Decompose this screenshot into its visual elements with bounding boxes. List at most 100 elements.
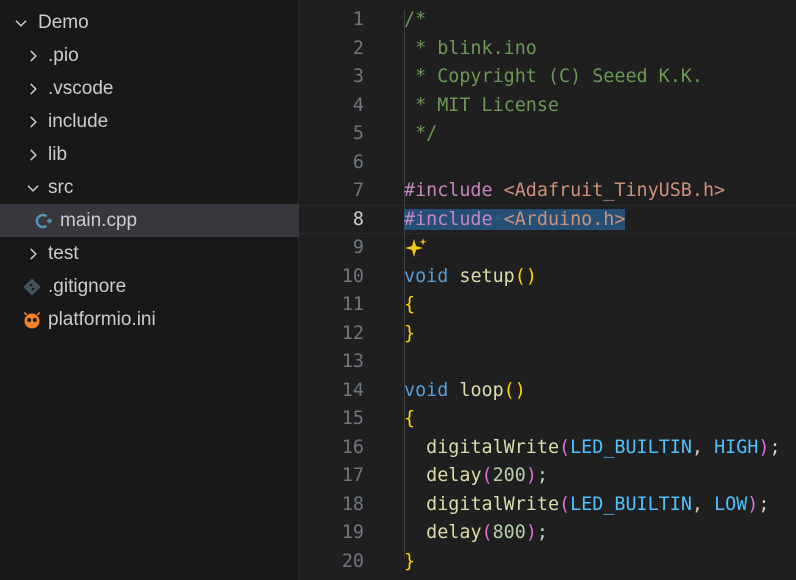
code-line: 4 * MIT License [300,92,796,121]
code-token: void [404,379,449,401]
code-token: #include [404,180,493,201]
code-token: } [404,322,416,344]
code-text: * MIT License [404,92,559,121]
code-line: 15 { [300,405,796,434]
code-token: */ [404,123,438,144]
git-file-icon [22,277,42,297]
code-line: 6 [300,149,796,178]
code-token: ) [525,522,537,543]
code-text: #include <Adafruit_TinyUSB.h> [404,177,725,206]
code-token: <Adafruit_TinyUSB.h> [503,180,726,201]
code-text: digitalWrite(LED_BUILTIN, HIGH); [404,434,781,463]
line-number: 13 [341,351,364,372]
code-token: digitalWrite [426,493,560,515]
code-line: 1 /* [300,6,796,35]
chevron-right-icon [24,146,42,164]
line-number: 11 [341,294,364,315]
tree-item[interactable]: include [0,105,299,138]
tree-item[interactable]: .vscode [0,72,299,105]
code-text: /* [404,6,426,35]
tree-item[interactable]: src [0,171,299,204]
tree-item-label: test [48,242,79,264]
tree-item[interactable]: Demo [0,6,299,39]
tree-item-label: .vscode [48,77,114,99]
line-number: 18 [341,493,364,515]
code-line: 17 delay(200); [300,462,796,491]
tree-item[interactable]: platformio.ini [0,303,299,336]
code-line: 3 * Copyright (C) Seeed K.K. [300,63,796,92]
code-token: /* [404,9,427,30]
code-token: ) [525,465,537,486]
code-token: #include [404,208,493,230]
code-token: loop [459,379,504,401]
tree-item-label: Demo [38,11,89,33]
line-number: 10 [341,265,364,287]
cpp-file-icon [34,211,54,231]
code-token: ) [747,493,759,515]
chevron-down-icon [12,14,30,32]
code-token: ; [769,436,781,458]
line-number: 14 [341,379,364,401]
sparkle-icon[interactable] [404,237,428,258]
line-number: 8 [352,208,364,230]
line-number: 16 [341,436,364,458]
code-token: ; [536,465,548,486]
line-number: 19 [341,522,364,543]
code-token: ( [481,522,493,543]
code-token: setup [459,265,515,287]
chevron-right-icon [24,113,42,131]
code-line: 14 void loop() [300,377,796,406]
tree-item-label: .pio [48,44,79,66]
code-token: 800 [492,522,526,543]
chevron-right-icon [24,47,42,65]
chevron-right-icon [24,245,42,263]
code-line: 7 #include <Adafruit_TinyUSB.h> [300,177,796,206]
tree-item[interactable]: lib [0,138,299,171]
code-token: delay [426,522,482,543]
tree-item-label: include [48,110,109,132]
tree-item[interactable]: test [0,237,299,270]
line-number: 1 [352,9,364,30]
file-explorer: Demo .pio .vscode include lib src main.cpp test… [0,0,299,580]
code-text: #include·<Arduino.h> [404,206,626,235]
code-text: void setup() [404,263,537,292]
code-editor[interactable]: 1/* 2 * blink.ino 3 * Copyright (C) Seeed … [300,0,796,580]
code-line: 8 #include·<Arduino.h> [300,206,796,235]
code-line: 10 void setup() [300,263,796,292]
code-text [404,234,428,263]
code-token: digitalWrite [426,436,560,458]
platformio-icon [22,310,42,330]
code-line: 5 */ [300,120,796,149]
line-number: 6 [352,151,364,173]
code-token: 200 [492,465,526,486]
code-token: LED_BUILTIN [570,493,692,515]
code-text: { [404,291,415,320]
code-token: () [503,379,526,401]
tree-item[interactable]: .gitignore [0,270,299,303]
tree-item[interactable]: main.cpp [0,204,299,237]
code-text: * Copyright (C) Seeed K.K. [404,63,703,92]
code-line: 13 [300,348,796,377]
line-number: 12 [341,322,364,344]
line-number: 17 [341,465,364,486]
code-token: , [691,493,715,515]
code-token: · [492,208,504,230]
tree-item[interactable]: .pio [0,39,299,72]
code-token: * Copyright (C) Seeed K.K. [404,66,703,87]
code-token: () [514,265,537,287]
tree-item-label: platformio.ini [48,308,156,330]
chevron-down-icon [24,179,42,197]
code-token: ; [758,493,770,515]
tree-item-label: main.cpp [60,209,138,231]
code-line: 20} [300,548,796,577]
code-text: void loop() [404,377,526,406]
code-text: { [404,405,415,434]
code-token: } [404,550,416,572]
line-number: 20 [341,550,364,572]
code-token: <Arduino.h> [503,208,626,230]
code-token: ) [758,436,770,458]
